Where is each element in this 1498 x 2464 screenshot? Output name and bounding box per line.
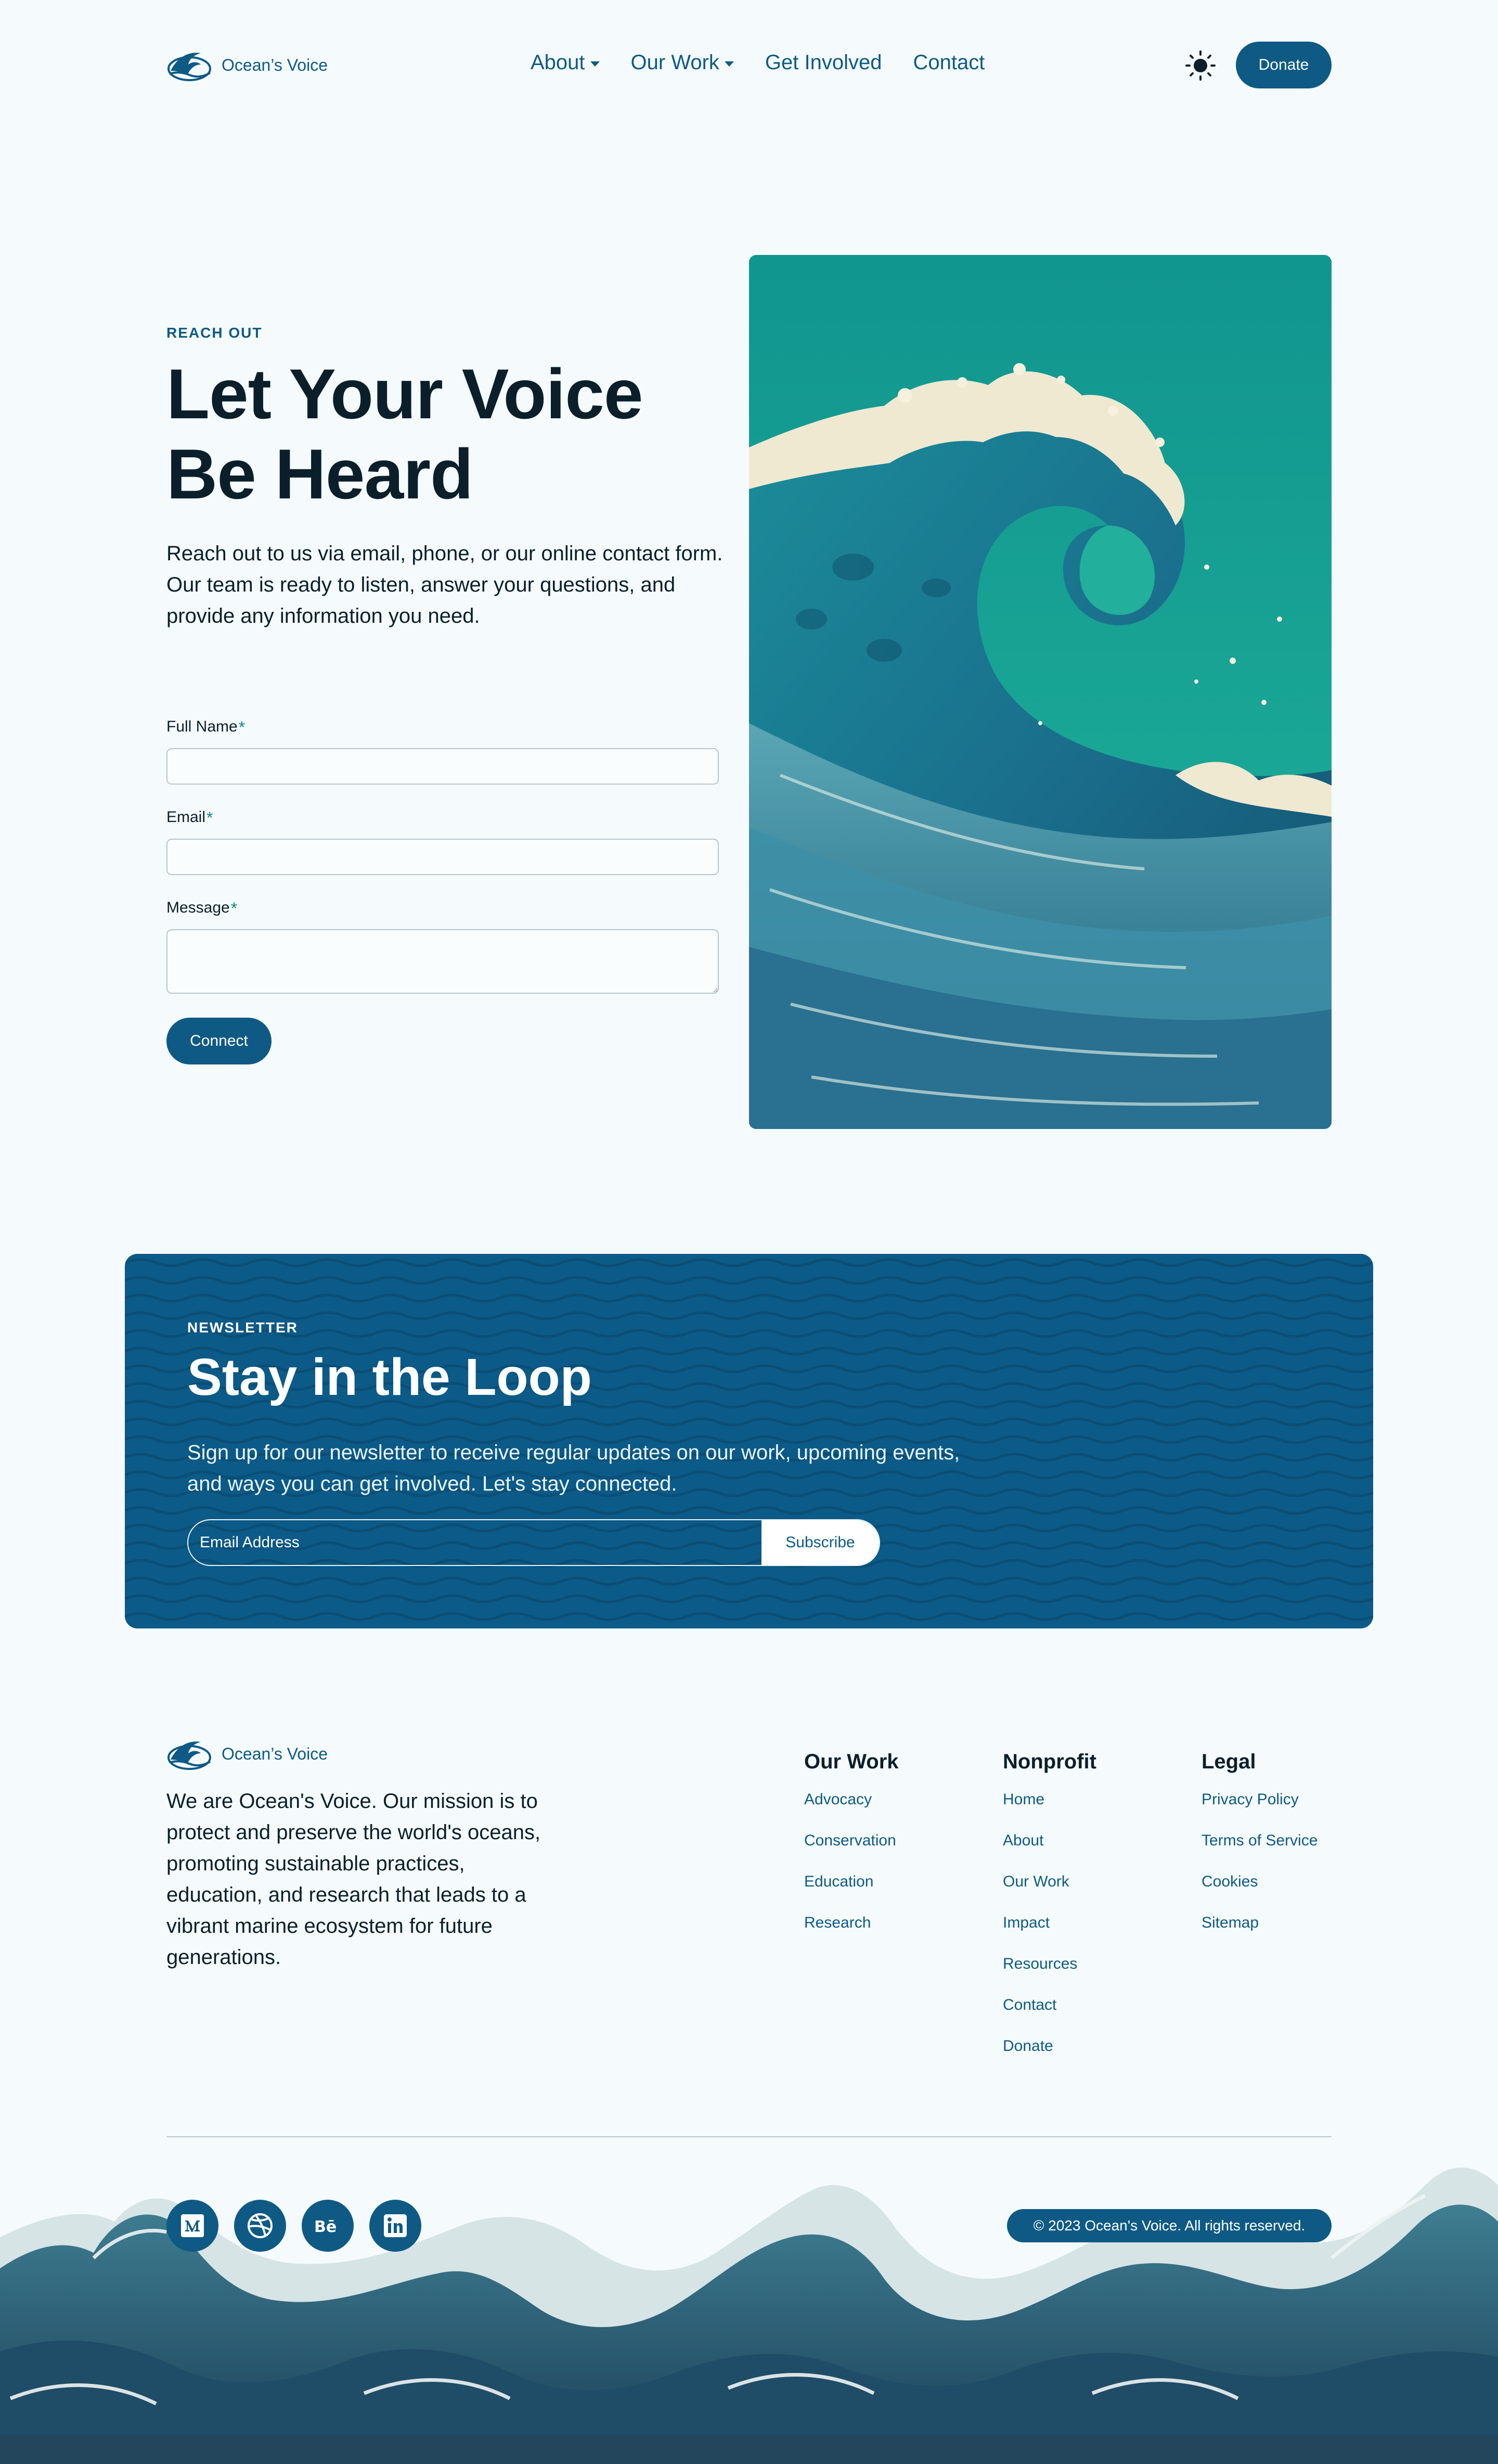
footer-divider <box>166 2136 1332 2137</box>
newsletter-section: NEWSLETTER Stay in the Loop Sign up for … <box>125 1254 1373 1628</box>
newsletter-eyebrow: NEWSLETTER <box>187 1319 298 1336</box>
main-nav: About Our Work Get Involved Contact <box>531 51 985 74</box>
footer-column-title: Legal <box>1202 1750 1256 1773</box>
newsletter-title: Stay in the Loop <box>187 1348 592 1406</box>
chevron-down-icon <box>590 61 600 67</box>
required-mark: * <box>230 899 238 918</box>
dribbble-link[interactable] <box>234 2200 286 2252</box>
sun-icon <box>1185 50 1216 81</box>
theme-toggle-button[interactable] <box>1185 50 1216 81</box>
nav-about[interactable]: About <box>531 51 600 74</box>
connect-button[interactable]: Connect <box>166 1018 272 1064</box>
footer-link[interactable]: Contact <box>1003 1995 1096 2036</box>
medium-icon <box>181 2214 204 2237</box>
footer-link[interactable]: Research <box>804 1913 899 1954</box>
email-field[interactable] <box>166 839 719 875</box>
nav-our-work[interactable]: Our Work <box>631 51 734 74</box>
nav-get-involved[interactable]: Get Involved <box>765 51 882 74</box>
logo-text: Ocean’s Voice <box>222 1744 328 1763</box>
required-mark: * <box>238 718 246 737</box>
footer-column-legal: Legal Privacy Policy Terms of Service Co… <box>1202 1750 1318 1954</box>
footer-about-text: We are Ocean's Voice. Our mission is to … <box>166 1790 541 1969</box>
ocean-wave-illustration <box>749 255 1332 1129</box>
logo-text: Ocean’s Voice <box>222 55 328 74</box>
linkedin-link[interactable] <box>369 2200 421 2252</box>
behance-icon: Bē <box>314 2218 337 2236</box>
footer-link[interactable]: Impact <box>1003 1913 1096 1954</box>
newsletter-email-input[interactable] <box>188 1520 761 1565</box>
email-label-text: Email <box>166 808 206 826</box>
hero-eyebrow: REACH OUT <box>166 325 263 341</box>
newsletter-form: Subscribe <box>187 1519 880 1566</box>
footer-link[interactable]: Donate <box>1003 2036 1096 2077</box>
footer-column-our-work: Our Work Advocacy Conservation Education… <box>804 1750 899 1954</box>
nav-our-work-label: Our Work <box>630 51 719 74</box>
full-name-label: Full Name* <box>166 718 245 737</box>
hero-description: Reach out to us via email, phone, or our… <box>166 542 723 627</box>
nav-get-involved-label: Get Involved <box>765 51 882 74</box>
footer-link[interactable]: About <box>1003 1830 1096 1871</box>
nav-contact[interactable]: Contact <box>913 51 985 74</box>
wave-logo-icon <box>167 53 211 81</box>
donate-button[interactable]: Donate <box>1236 42 1332 88</box>
footer-link[interactable]: Education <box>804 1871 899 1913</box>
page-title: Let Your Voice Be Heard <box>166 354 643 514</box>
medium-link[interactable] <box>166 2200 218 2252</box>
email-label: Email* <box>166 808 213 828</box>
footer-link[interactable]: Home <box>1003 1789 1096 1830</box>
chevron-down-icon <box>724 61 734 67</box>
footer-link[interactable]: Terms of Service <box>1202 1830 1318 1871</box>
footer-link[interactable]: Cookies <box>1202 1871 1318 1913</box>
footer-link[interactable]: Sitemap <box>1202 1913 1318 1954</box>
newsletter-description: Sign up for our newsletter to receive re… <box>187 1441 960 1495</box>
message-label-text: Message <box>166 899 230 916</box>
footer-link[interactable]: Advocacy <box>804 1789 899 1830</box>
footer-logo[interactable]: Ocean’s Voice <box>166 1737 328 1771</box>
footer-column-title: Nonprofit <box>1003 1750 1096 1773</box>
footer-link[interactable]: Our Work <box>1003 1871 1096 1913</box>
footer-link[interactable]: Conservation <box>804 1830 899 1871</box>
social-links: Bē <box>166 2200 421 2252</box>
footer-column-title: Our Work <box>804 1750 899 1773</box>
required-mark: * <box>206 808 213 827</box>
full-name-field[interactable] <box>166 748 719 785</box>
site-logo[interactable]: Ocean’s Voice <box>166 48 328 82</box>
full-name-label-text: Full Name <box>166 718 238 735</box>
subscribe-button[interactable]: Subscribe <box>761 1520 879 1565</box>
dribbble-icon <box>248 2213 273 2238</box>
nav-about-label: About <box>531 51 585 74</box>
footer-link[interactable]: Resources <box>1003 1954 1096 1995</box>
svg-text:Bē: Bē <box>314 2218 337 2236</box>
message-label: Message* <box>166 899 237 918</box>
linkedin-icon <box>384 2214 407 2237</box>
behance-link[interactable]: Bē <box>302 2200 354 2252</box>
message-field[interactable] <box>166 929 719 994</box>
wave-logo-icon <box>167 1741 211 1770</box>
footer-column-nonprofit: Nonprofit Home About Our Work Impact Res… <box>1003 1750 1096 2077</box>
site-header: Ocean’s Voice About Our Work Get Involve… <box>0 0 1498 130</box>
copyright-badge: © 2023 Ocean's Voice. All rights reserve… <box>1007 2209 1332 2242</box>
footer-link[interactable]: Privacy Policy <box>1202 1789 1318 1830</box>
nav-contact-label: Contact <box>913 51 985 74</box>
